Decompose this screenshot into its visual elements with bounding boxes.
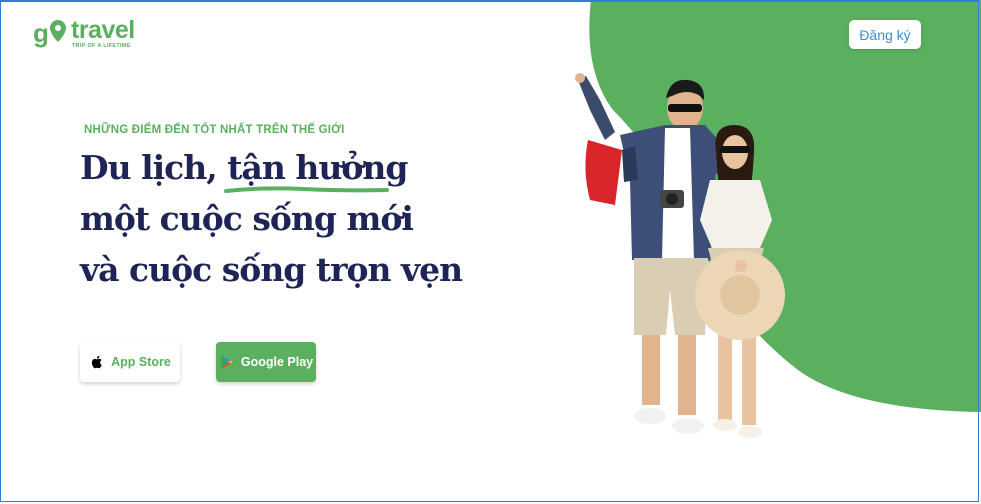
logo-tagline: TRIP OF A LIFETIME: [72, 43, 131, 49]
hero-headline: Du lịch, tận hưởng một cuộc sống mới và …: [80, 142, 463, 295]
hero-eyebrow: NHỮNG ĐIỂM ĐẾN TỐT NHẤT TRÊN THẾ GIỚI: [84, 124, 345, 136]
register-button[interactable]: Đăng ký: [849, 20, 921, 49]
google-play-icon: [220, 355, 233, 369]
headline-brush-underline: [224, 186, 389, 193]
map-pin-icon: g: [33, 18, 66, 48]
travelers-photo: [575, 73, 785, 438]
logo-wordmark: travel: [71, 16, 135, 44]
logo[interactable]: g travel TRIP OF A LIFETIME: [33, 16, 135, 50]
google-play-label: Google Play: [240, 355, 314, 369]
headline-line-3: và cuộc sống trọn vẹn: [80, 250, 463, 289]
app-store-button[interactable]: App Store: [80, 342, 180, 382]
headline-line-2: một cuộc sống mới: [80, 199, 414, 238]
app-store-label: App Store: [111, 355, 171, 369]
google-play-button[interactable]: Google Play: [216, 342, 316, 382]
man-figure: [575, 73, 730, 434]
apple-icon: [91, 355, 102, 369]
svg-text:g: g: [33, 18, 49, 48]
